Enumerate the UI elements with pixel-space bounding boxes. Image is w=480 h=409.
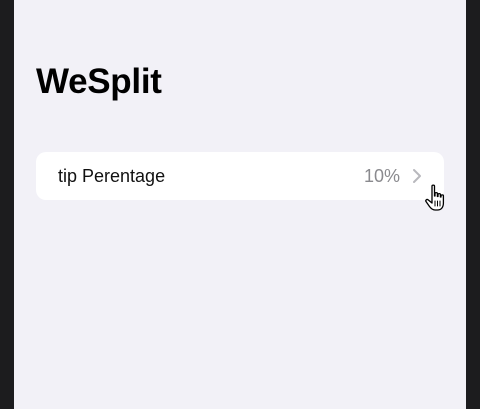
tip-percentage-label: tip Perentage: [58, 165, 166, 186]
hand-pointer-icon: [425, 184, 445, 211]
tip-percentage-value: 10%: [363, 165, 400, 186]
tip-percentage-picker-row[interactable]: tip Perentage 10%: [36, 152, 444, 200]
tip-percentage-value-group: 10%: [364, 166, 422, 187]
chevron-right-icon: [413, 169, 421, 183]
app-screen: WeSplit tip Perentage 10%: [14, 0, 466, 409]
page-title: WeSplit: [36, 62, 162, 101]
